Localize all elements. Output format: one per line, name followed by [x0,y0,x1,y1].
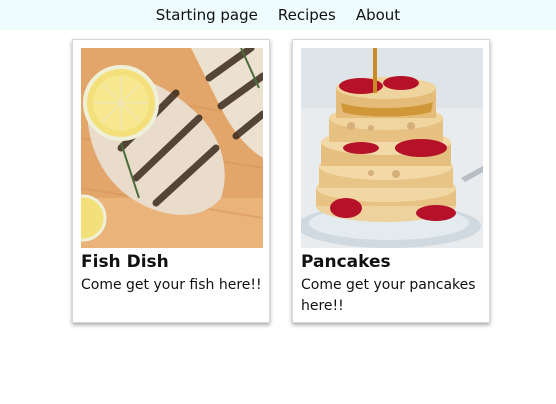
pancakes-photo [301,48,483,248]
nav-link-recipes[interactable]: Recipes [278,6,336,24]
card-description: Come get your fish here!! [81,277,262,293]
grilled-fish-photo [81,48,263,248]
fish-dish-image [81,48,263,248]
card-description: Come get your pancakes here!! [301,277,476,314]
recipe-card-pancakes[interactable]: Pancakes Come get your pancakes here!! [292,39,490,323]
top-nav: Starting page Recipes About [0,0,556,30]
card-title: Pancakes [301,252,391,272]
recipe-card-fish-dish[interactable]: Fish Dish Come get your fish here!! [72,39,270,323]
card-title: Fish Dish [81,252,169,272]
pancakes-image [301,48,483,248]
nav-link-about[interactable]: About [356,6,400,24]
nav-link-starting-page[interactable]: Starting page [156,6,258,24]
